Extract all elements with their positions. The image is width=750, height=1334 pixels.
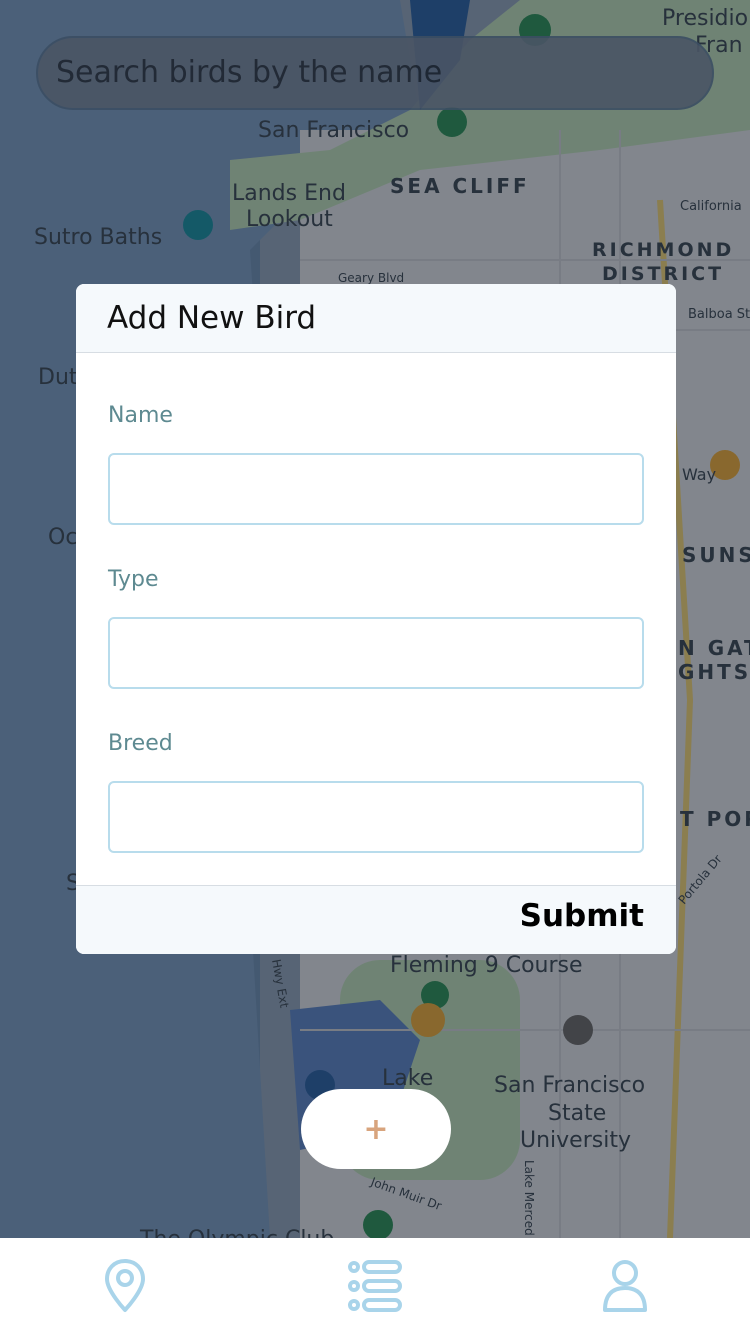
- submit-button[interactable]: Submit: [520, 898, 644, 934]
- search-bar[interactable]: [36, 36, 714, 110]
- tab-profile[interactable]: [565, 1238, 685, 1334]
- modal-title: Add New Bird: [76, 284, 676, 353]
- type-field[interactable]: [108, 617, 644, 689]
- breed-field[interactable]: [108, 781, 644, 853]
- user-icon: [603, 1260, 647, 1312]
- type-input[interactable]: [110, 619, 642, 687]
- name-label: Name: [108, 403, 173, 428]
- bottom-tab-bar: [0, 1238, 750, 1334]
- search-input[interactable]: [56, 38, 712, 108]
- name-field[interactable]: [108, 453, 644, 525]
- add-bird-button[interactable]: +: [301, 1089, 451, 1169]
- name-input[interactable]: [110, 455, 642, 523]
- type-label: Type: [108, 567, 159, 592]
- list-icon: [348, 1260, 402, 1312]
- modal-footer: Submit: [76, 885, 676, 954]
- tab-list[interactable]: [315, 1238, 435, 1334]
- add-bird-modal: Add New Bird Name Type Breed Submit: [76, 284, 676, 954]
- breed-input[interactable]: [110, 783, 642, 851]
- map-pin-icon: [105, 1259, 145, 1312]
- tab-map[interactable]: [65, 1238, 185, 1334]
- modal-body: Name Type Breed: [76, 353, 676, 853]
- breed-label: Breed: [108, 731, 173, 756]
